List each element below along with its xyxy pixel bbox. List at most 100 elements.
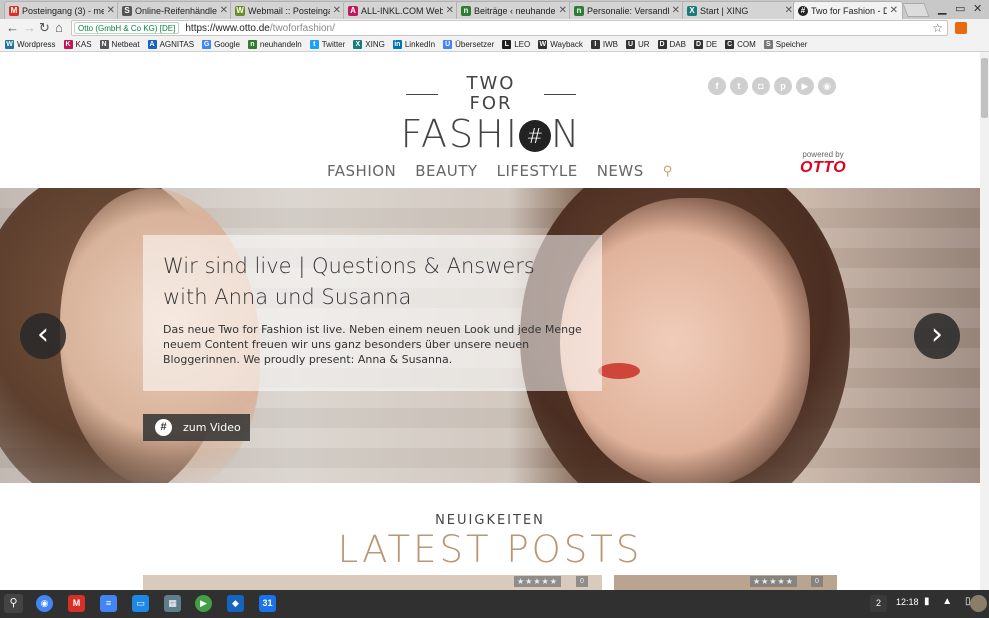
browser-tab[interactable]: M Posteingang (3) - meix ✕	[4, 1, 120, 19]
close-icon[interactable]: ✕	[107, 5, 115, 16]
launcher-search-icon[interactable]: ⚲	[4, 594, 23, 613]
close-icon[interactable]: ✕	[220, 5, 228, 16]
video-button[interactable]: # zum Video	[143, 414, 250, 441]
twoforfashion-icon: #	[798, 5, 808, 16]
bookmark-item[interactable]: in LinkedIn	[392, 39, 435, 49]
hero-title[interactable]: Wir sind live | Questions & Answers with…	[163, 251, 582, 313]
social-links: f t ◘ p ▶ ◉	[708, 77, 840, 95]
slider-next-button[interactable]: ›	[914, 313, 960, 359]
bookmark-label: XING	[365, 39, 385, 49]
nav-item-lifestyle[interactable]: LIFESTYLE	[497, 162, 578, 180]
status-icons[interactable]: ▮ ▲ ▯	[924, 596, 975, 607]
close-icon[interactable]: ✕	[446, 5, 454, 16]
bookmark-item[interactable]: U UR	[625, 39, 650, 49]
site-logo[interactable]: TWO FOR FASHI # N	[400, 73, 582, 155]
bookmark-star-icon[interactable]: ☆	[932, 21, 943, 35]
neuhandeln-icon: n	[461, 5, 471, 16]
maximize-icon[interactable]: ▭	[955, 2, 965, 15]
browser-tab[interactable]: X Start | XING ✕	[682, 1, 798, 19]
neuhandeln-icon: n	[574, 5, 584, 16]
hero-title-line: with Anna und Susanna	[163, 285, 412, 309]
bookmark-item[interactable]: D DE	[693, 39, 717, 49]
gmail-icon[interactable]: M	[68, 595, 85, 612]
scrollbar-thumb[interactable]	[981, 58, 988, 118]
minimize-icon[interactable]: ▁	[938, 2, 946, 15]
bookmark-item[interactable]: G Google	[202, 39, 240, 49]
bookmark-item[interactable]: Ü Übersetzer	[443, 39, 494, 49]
bookmark-item[interactable]: A AGNITAS	[147, 39, 194, 49]
logo-top-text: TWO FOR	[466, 73, 516, 114]
files-icon[interactable]: ▭	[132, 595, 149, 612]
post-card[interactable]: ★★★★★ 0	[614, 575, 837, 590]
post-card[interactable]: ★★★★★ 0	[143, 575, 602, 590]
powered-by-label: powered by	[802, 150, 844, 159]
home-icon[interactable]: ⌂	[55, 20, 63, 36]
close-icon[interactable]: ✕	[890, 5, 898, 16]
close-window-icon[interactable]: ✕	[973, 2, 982, 15]
bookmark-item[interactable]: C COM	[725, 39, 756, 49]
docs-icon[interactable]: ≡	[100, 595, 117, 612]
bookmark-item[interactable]: I IWB	[590, 39, 618, 49]
close-icon[interactable]: ✕	[672, 5, 680, 16]
calendar-icon[interactable]: 31	[259, 595, 276, 612]
pinterest-icon[interactable]: p	[774, 77, 792, 95]
bookmark-label: KAS	[75, 39, 92, 49]
close-icon[interactable]: ✕	[333, 5, 341, 16]
bookmark-icon: D	[693, 39, 703, 49]
clock[interactable]: 12:18	[896, 597, 919, 607]
browser-tab[interactable]: n Personalie: Versandhaus ✕	[569, 1, 685, 19]
app-store-icon[interactable]: ▦	[164, 595, 181, 612]
bookmark-item[interactable]: X XING	[353, 39, 385, 49]
nav-item-beauty[interactable]: BEAUTY	[415, 162, 477, 180]
reload-icon[interactable]: ↻	[39, 20, 50, 36]
bookmark-label: Netbeat	[111, 39, 140, 49]
bookmark-item[interactable]: W Wayback	[538, 39, 583, 49]
facebook-icon[interactable]: f	[708, 77, 726, 95]
bookmark-icon: G	[202, 39, 212, 49]
browser-tab[interactable]: W Webmail :: Posteingang ✕	[230, 1, 346, 19]
url-path: /twoforfashion/	[269, 22, 335, 34]
nav-item-news[interactable]: NEWS	[597, 162, 644, 180]
rating-stars[interactable]: ★★★★★	[750, 576, 797, 587]
browser-tab[interactable]: S Online-Reifenhändler De ✕	[117, 1, 233, 19]
chrome-icon[interactable]: ◉	[36, 595, 53, 612]
instagram-icon[interactable]: ◘	[752, 77, 770, 95]
back-icon[interactable]: ←	[6, 20, 19, 36]
close-icon[interactable]: ✕	[559, 5, 567, 16]
notification-badge[interactable]: 2	[870, 595, 887, 612]
browser-tab[interactable]: A ALL-INKL.COM Webmail ✕	[343, 1, 459, 19]
user-avatar[interactable]	[970, 595, 987, 612]
extension-icon[interactable]	[955, 22, 967, 34]
bookmark-item[interactable]: D DAB	[657, 39, 686, 49]
bookmark-item[interactable]: K KAS	[63, 39, 92, 49]
nav-item-fashion[interactable]: FASHION	[327, 162, 396, 180]
bookmark-label: Wayback	[550, 39, 583, 49]
play-icon[interactable]: ▶	[195, 595, 212, 612]
page-scrollbar[interactable]	[980, 52, 989, 590]
bookmark-item[interactable]: L LEO	[502, 39, 530, 49]
search-icon[interactable]: ⚲	[663, 163, 673, 179]
powered-by-otto[interactable]: powered by OTTO	[800, 150, 846, 177]
twitter-icon[interactable]: t	[730, 77, 748, 95]
bookmark-item[interactable]: n neuhandeln	[247, 39, 302, 49]
address-bar[interactable]: Otto (GmbH & Co KG) [DE] https://www.ott…	[71, 20, 948, 36]
hero-photo-smile	[598, 363, 640, 379]
bookmark-item[interactable]: t Twitter	[309, 39, 345, 49]
bookmark-item[interactable]: W Wordpress	[5, 39, 56, 49]
browser-tab-active[interactable]: # Two for Fashion - Das O ✕	[793, 1, 903, 19]
bookmark-item[interactable]: N Netbeat	[99, 39, 140, 49]
rating-stars[interactable]: ★★★★★	[514, 576, 561, 587]
bookmark-item[interactable]: S Speicher	[763, 39, 807, 49]
slider-prev-button[interactable]: ‹	[20, 313, 66, 359]
shield-icon[interactable]: ◆	[227, 595, 244, 612]
close-icon[interactable]: ✕	[785, 5, 793, 16]
security-badge[interactable]: Otto (GmbH & Co KG) [DE]	[74, 22, 180, 34]
xing-icon: X	[687, 5, 697, 16]
forward-icon[interactable]: →	[23, 20, 36, 36]
new-tab-button[interactable]	[902, 3, 930, 17]
browser-tab[interactable]: n Beiträge ‹ neuhandeln.d ✕	[456, 1, 572, 19]
youtube-icon[interactable]: ▶	[796, 77, 814, 95]
comment-count: 0	[811, 576, 823, 587]
rss-icon[interactable]: ◉	[818, 77, 836, 95]
bookmark-icon: N	[99, 39, 109, 49]
